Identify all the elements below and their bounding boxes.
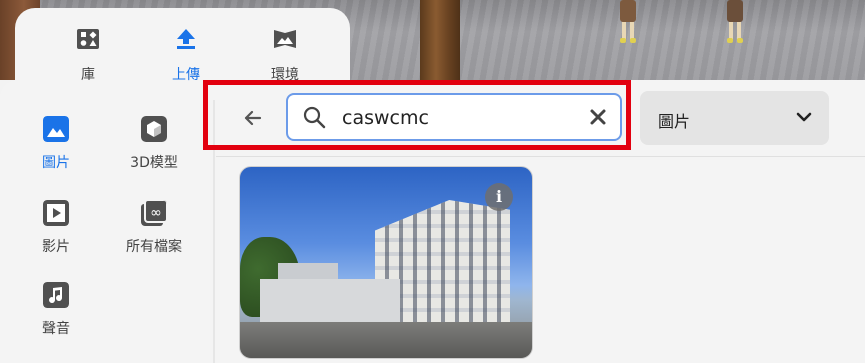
search-icon [303,106,326,129]
type-filter-dropdown[interactable]: 圖片 [640,91,829,145]
image-icon [43,116,69,142]
sidebar-item-3d-models[interactable]: 3D模型 [114,116,194,172]
sidebar-item-audio[interactable]: 聲音 [16,282,96,338]
sidebar-item-all-files[interactable]: ∞ 所有檔案 [114,200,194,256]
sidebar-item-label: 影片 [42,239,70,255]
cube-icon [141,116,167,142]
photo-building-low [260,279,400,323]
environment-icon [274,30,296,48]
sidebar-item-images[interactable]: 圖片 [16,116,96,172]
back-button[interactable] [238,103,268,133]
scene-figure [615,0,641,44]
sidebar: 圖片 3D模型 影片 ∞ 所有檔案 聲音 [0,100,210,363]
upload-icon [177,29,195,49]
music-icon [43,282,69,308]
clear-icon [590,109,606,125]
tab-environment[interactable]: 環境 [250,28,320,84]
video-icon [43,200,69,226]
chevron-down-icon [796,112,812,122]
tab-library-label: 庫 [81,67,95,83]
back-arrow-icon [244,110,262,126]
result-image-card[interactable]: i [239,166,533,359]
sidebar-divider [213,100,215,363]
sidebar-item-label: 所有檔案 [126,239,182,255]
tab-library[interactable]: 庫 [53,28,123,84]
toolbar-divider [216,156,865,157]
photo-road [240,322,532,358]
sidebar-item-label: 聲音 [42,321,70,337]
search-input[interactable] [340,101,564,135]
tab-upload-label: 上傳 [172,67,200,83]
type-filter-value: 圖片 [658,112,691,131]
all-files-icon: ∞ [141,200,167,226]
scene-figure [722,0,748,44]
search-field[interactable] [286,93,622,141]
info-icon: i [495,187,503,206]
tab-bar: 庫 上傳 環境 [15,8,350,98]
svg-text:∞: ∞ [150,205,162,221]
info-button[interactable]: i [485,183,513,211]
tab-upload[interactable]: 上傳 [151,28,221,84]
tab-environment-label: 環境 [271,67,299,83]
scene-post [420,0,460,80]
sidebar-item-label: 圖片 [42,155,70,171]
clear-search-button[interactable] [584,103,612,131]
library-icon [77,29,99,49]
sidebar-item-label: 3D模型 [130,155,178,171]
sidebar-item-videos[interactable]: 影片 [16,200,96,256]
